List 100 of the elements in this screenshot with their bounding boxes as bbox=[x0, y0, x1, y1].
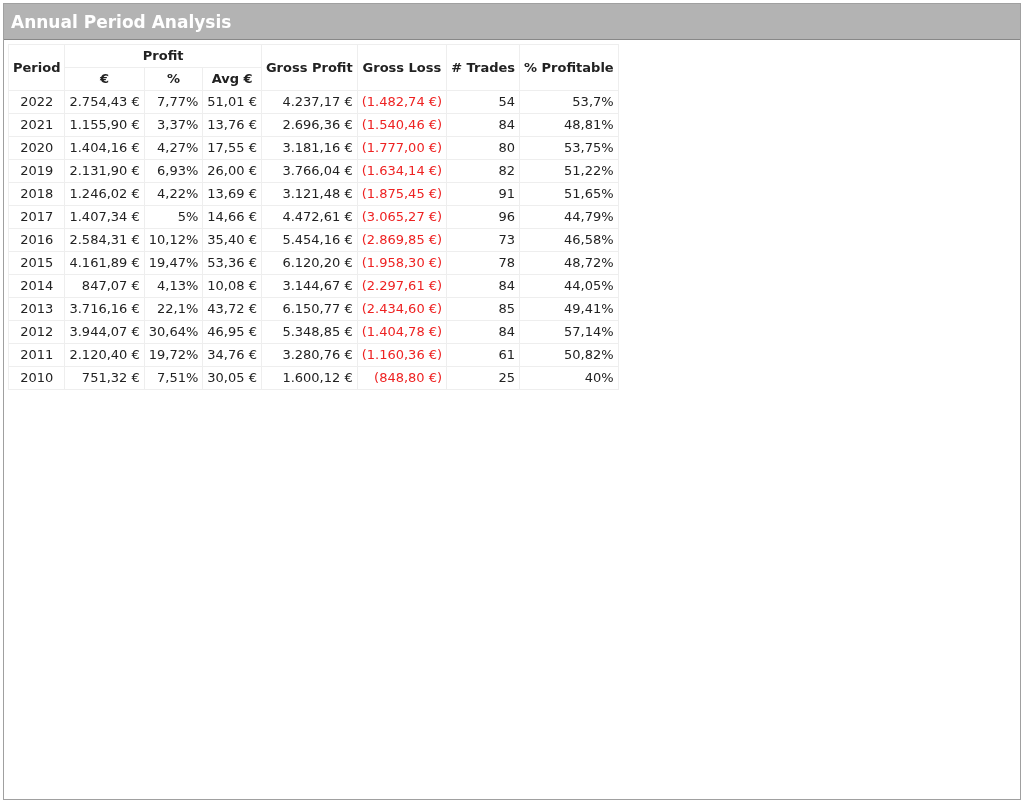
table-cell: 49,41% bbox=[519, 297, 619, 321]
table-cell: (848,80 €) bbox=[357, 366, 447, 390]
table-cell: 85 bbox=[446, 297, 520, 321]
table-cell: 6.150,77 € bbox=[261, 297, 358, 321]
column-header: % Profitable bbox=[519, 44, 619, 91]
table-cell: 78 bbox=[446, 251, 520, 275]
table-cell: 54 bbox=[446, 90, 520, 114]
table-cell: 3,37% bbox=[144, 113, 203, 137]
table-cell: 61 bbox=[446, 343, 520, 367]
table-cell: 53,36 € bbox=[202, 251, 262, 275]
table-cell: 10,12% bbox=[144, 228, 203, 252]
table-cell: (1.634,14 €) bbox=[357, 159, 447, 183]
table-cell: 44,05% bbox=[519, 274, 619, 298]
table-cell: 51,65% bbox=[519, 182, 619, 206]
table-cell: 53,75% bbox=[519, 136, 619, 160]
table-cell: 4,22% bbox=[144, 182, 203, 206]
table-cell: 84 bbox=[446, 320, 520, 344]
table-cell: 17,55 € bbox=[202, 136, 262, 160]
column-header: Gross Profit bbox=[261, 44, 358, 91]
table-cell: (1.160,36 €) bbox=[357, 343, 447, 367]
table-cell: 1.600,12 € bbox=[261, 366, 358, 390]
table-cell: 2018 bbox=[8, 182, 65, 206]
table-cell: 19,72% bbox=[144, 343, 203, 367]
table-cell: 84 bbox=[446, 274, 520, 298]
table-cell: 2.131,90 € bbox=[64, 159, 145, 183]
table-cell: 30,64% bbox=[144, 320, 203, 344]
table-cell: 2022 bbox=[8, 90, 65, 114]
table-cell: 2019 bbox=[8, 159, 65, 183]
table-cell: 26,00 € bbox=[202, 159, 262, 183]
table-cell: 91 bbox=[446, 182, 520, 206]
table-cell: (2.297,61 €) bbox=[357, 274, 447, 298]
table-cell: 44,79% bbox=[519, 205, 619, 229]
table-cell: 14,66 € bbox=[202, 205, 262, 229]
table-cell: (1.958,30 €) bbox=[357, 251, 447, 275]
column-header: Period bbox=[8, 44, 65, 91]
table-cell: 57,14% bbox=[519, 320, 619, 344]
table-cell: (1.777,00 €) bbox=[357, 136, 447, 160]
table-cell: 6,93% bbox=[144, 159, 203, 183]
table-cell: 40% bbox=[519, 366, 619, 390]
table-cell: 1.246,02 € bbox=[64, 182, 145, 206]
table-cell: 3.944,07 € bbox=[64, 320, 145, 344]
table-cell: 13,76 € bbox=[202, 113, 262, 137]
table-cell: 48,81% bbox=[519, 113, 619, 137]
table-cell: 847,07 € bbox=[64, 274, 145, 298]
table-cell: 2014 bbox=[8, 274, 65, 298]
table-cell: 1.404,16 € bbox=[64, 136, 145, 160]
table-cell: 48,72% bbox=[519, 251, 619, 275]
table-cell: 5.454,16 € bbox=[261, 228, 358, 252]
table-cell: 751,32 € bbox=[64, 366, 145, 390]
table-cell: 2017 bbox=[8, 205, 65, 229]
table-cell: (2.434,60 €) bbox=[357, 297, 447, 321]
table-cell: 4,13% bbox=[144, 274, 203, 298]
table-cell: 51,22% bbox=[519, 159, 619, 183]
column-header: Profit bbox=[64, 44, 262, 68]
table-cell: 3.716,16 € bbox=[64, 297, 145, 321]
table-cell: 43,72 € bbox=[202, 297, 262, 321]
table-cell: 4.161,89 € bbox=[64, 251, 145, 275]
table-cell: 13,69 € bbox=[202, 182, 262, 206]
table-cell: 2021 bbox=[8, 113, 65, 137]
table-cell: 4.237,17 € bbox=[261, 90, 358, 114]
table-cell: 2012 bbox=[8, 320, 65, 344]
table-cell: (1.482,74 €) bbox=[357, 90, 447, 114]
table-cell: 51,01 € bbox=[202, 90, 262, 114]
table-cell: 22,1% bbox=[144, 297, 203, 321]
table-cell: 3.280,76 € bbox=[261, 343, 358, 367]
table-cell: 19,47% bbox=[144, 251, 203, 275]
table-cell: 1.407,34 € bbox=[64, 205, 145, 229]
table-cell: 2013 bbox=[8, 297, 65, 321]
table-cell: 2020 bbox=[8, 136, 65, 160]
table-cell: 25 bbox=[446, 366, 520, 390]
table-cell: 80 bbox=[446, 136, 520, 160]
table-cell: 35,40 € bbox=[202, 228, 262, 252]
panel-title: Annual Period Analysis bbox=[4, 4, 1020, 40]
table-cell: 4,27% bbox=[144, 136, 203, 160]
table-cell: 30,05 € bbox=[202, 366, 262, 390]
table-cell: 34,76 € bbox=[202, 343, 262, 367]
table-cell: 10,08 € bbox=[202, 274, 262, 298]
table-cell: 96 bbox=[446, 205, 520, 229]
column-header: Gross Loss bbox=[357, 44, 447, 91]
table-cell: 3.144,67 € bbox=[261, 274, 358, 298]
table-cell: 2.696,36 € bbox=[261, 113, 358, 137]
table-cell: 46,95 € bbox=[202, 320, 262, 344]
table-cell: 6.120,20 € bbox=[261, 251, 358, 275]
column-header: % bbox=[144, 67, 203, 91]
table-cell: 73 bbox=[446, 228, 520, 252]
table-cell: 5.348,85 € bbox=[261, 320, 358, 344]
table-cell: (1.540,46 €) bbox=[357, 113, 447, 137]
table-cell: 2015 bbox=[8, 251, 65, 275]
table-cell: 53,7% bbox=[519, 90, 619, 114]
table-cell: 2010 bbox=[8, 366, 65, 390]
table-cell: 50,82% bbox=[519, 343, 619, 367]
table-cell: 3.181,16 € bbox=[261, 136, 358, 160]
table-cell: 82 bbox=[446, 159, 520, 183]
table-cell: (1.404,78 €) bbox=[357, 320, 447, 344]
table-cell: 2.754,43 € bbox=[64, 90, 145, 114]
column-header: # Trades bbox=[446, 44, 520, 91]
table-cell: 3.766,04 € bbox=[261, 159, 358, 183]
table-cell: 1.155,90 € bbox=[64, 113, 145, 137]
column-header: € bbox=[64, 67, 145, 91]
table-cell: (3.065,27 €) bbox=[357, 205, 447, 229]
